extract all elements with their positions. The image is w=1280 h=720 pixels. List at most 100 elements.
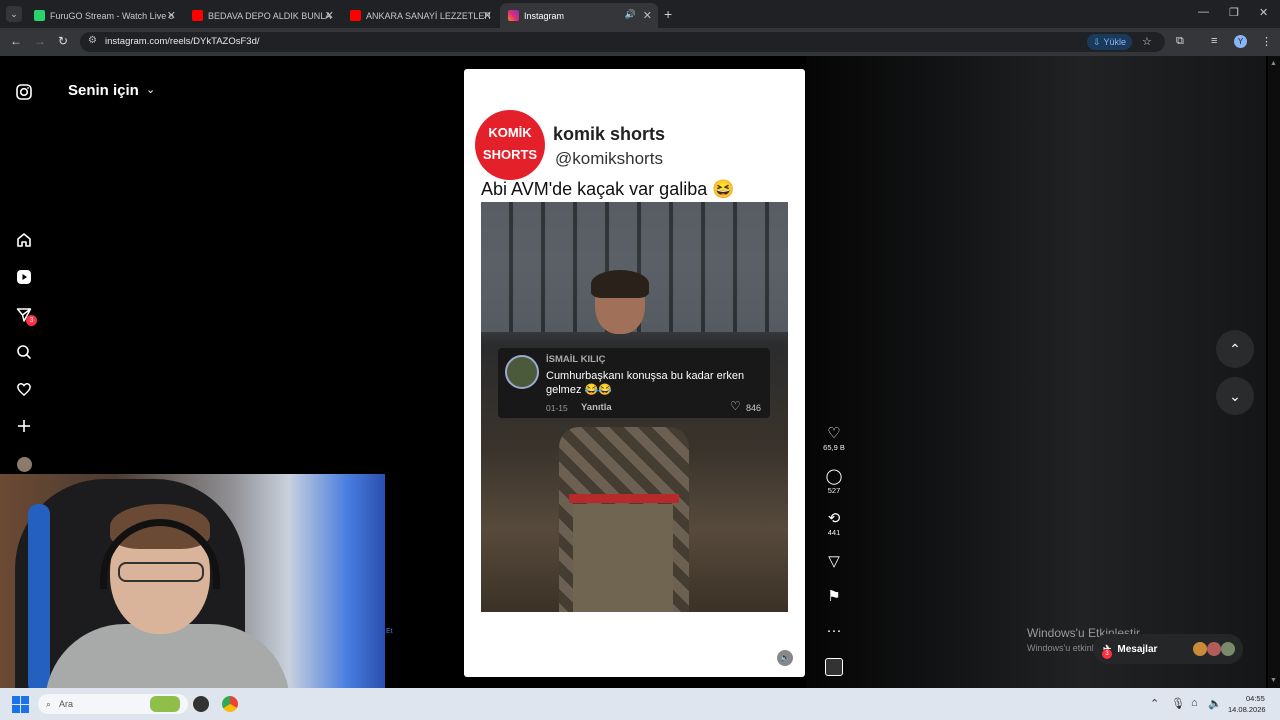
like-button[interactable]: ♡ 65,9 B	[819, 424, 849, 452]
url-text[interactable]: instagram.com/reels/DYkTAZOsF3d/	[105, 36, 260, 47]
tab-youtube-1[interactable]: BEDAVA DEPO ALDIK BUNLAR ✕	[184, 3, 340, 28]
search-highlight-icon[interactable]	[150, 696, 180, 712]
clock-time[interactable]: 04:55	[1246, 694, 1265, 703]
audio-track-thumbnail[interactable]	[825, 658, 843, 676]
profile-avatar[interactable]: Y	[1234, 35, 1247, 48]
taskbar-search-placeholder: Ara	[59, 699, 74, 709]
bookmark-icon: ⚑	[827, 588, 841, 605]
tab-label: BEDAVA DEPO ALDIK BUNLAR	[208, 10, 332, 21]
comment-bubble-icon: ◯	[825, 468, 843, 485]
audio-playing-icon[interactable]: 🔊	[625, 9, 636, 20]
show-hidden-icons-icon[interactable]: ⌃	[1150, 697, 1159, 710]
install-app-button[interactable]: ⇩ Yükle	[1087, 34, 1132, 50]
heart-icon: ♡	[827, 425, 841, 442]
back-icon[interactable]: ←	[10, 34, 22, 48]
youtube-favicon-icon	[192, 10, 203, 21]
profile-avatar-icon[interactable]	[14, 454, 34, 474]
install-label: Yükle	[1103, 37, 1127, 47]
chrome-icon[interactable]	[222, 696, 238, 712]
more-options-button[interactable]: ···	[819, 622, 849, 639]
share-button[interactable]: ▽	[819, 552, 849, 570]
extensions-icon[interactable]: ⧉	[1176, 35, 1184, 48]
scroll-down-arrow-icon[interactable]: ▼	[1270, 677, 1277, 684]
next-reel-button[interactable]: ⌄	[1216, 377, 1254, 415]
save-button[interactable]: ⚑	[819, 587, 849, 605]
comment-count: 527	[827, 486, 841, 495]
mute-toggle-icon[interactable]: 🔈	[777, 650, 793, 666]
youtube-favicon-icon	[350, 10, 361, 21]
commenter-name: İSMAİL KILIÇ	[546, 354, 606, 365]
address-bar[interactable]: ⚙ instagram.com/reels/DYkTAZOsF3d/	[80, 32, 1165, 52]
home-icon[interactable]	[14, 230, 34, 250]
tab-instagram[interactable]: Instagram 🔊 ✕	[500, 3, 658, 28]
tab-furugo[interactable]: FuruGO Stream - Watch Live on ✕	[26, 3, 182, 28]
tab-youtube-2[interactable]: ANKARA SANAYİ LEZZETLERİNİ ✕	[342, 3, 498, 28]
create-plus-icon[interactable]	[14, 416, 34, 436]
new-tab-button[interactable]: +	[664, 6, 672, 22]
page-background	[806, 56, 1266, 688]
menu-kebab-icon[interactable]: ⋮	[1261, 35, 1272, 48]
feed-selector-title[interactable]: Senin için	[68, 82, 139, 99]
comment-heart-icon: ♡	[730, 399, 741, 413]
repost-button[interactable]: ⟲ 441	[819, 509, 849, 537]
tab-label: ANKARA SANAYİ LEZZETLERİNİ	[366, 10, 490, 21]
site-info-icon[interactable]: ⚙	[88, 35, 97, 46]
media-controls-icon[interactable]: ≡	[1211, 35, 1217, 47]
microphone-icon[interactable]: 🎙	[1171, 697, 1185, 710]
clock-date[interactable]: 14.08.2026	[1228, 705, 1266, 714]
comment-date: 01-15	[546, 403, 568, 413]
reload-icon[interactable]: ↻	[58, 34, 68, 48]
scrollbar[interactable]: ▲ ▼	[1268, 56, 1280, 688]
install-icon: ⇩	[1092, 36, 1101, 47]
reels-icon[interactable]	[14, 267, 34, 287]
person-hair	[591, 270, 649, 298]
comment-like-count: 846	[746, 403, 762, 413]
webcam-overlay	[0, 474, 385, 690]
streamer-glasses	[118, 562, 204, 582]
page-link-fragment[interactable]: Et	[386, 628, 393, 635]
repost-icon: ⟲	[827, 510, 841, 527]
close-tab-icon[interactable]: ✕	[483, 9, 492, 22]
network-icon[interactable]: ⌂	[1191, 697, 1198, 709]
scroll-up-arrow-icon[interactable]: ▲	[1270, 60, 1277, 67]
message-avatar	[1193, 642, 1207, 656]
messages-count-badge: 3	[26, 315, 37, 326]
app-icon[interactable]	[193, 696, 209, 712]
windows-start-icon[interactable]	[12, 696, 29, 713]
close-tab-icon[interactable]: ✕	[643, 9, 652, 22]
bookmark-star-icon[interactable]: ☆	[1142, 35, 1152, 48]
instagram-logo-icon[interactable]	[14, 82, 34, 102]
reel-account-name: komik shorts	[553, 124, 666, 144]
previous-reel-button[interactable]: ⌃	[1216, 330, 1254, 368]
search-icon: ⌕	[46, 698, 52, 709]
repost-count: 441	[827, 528, 841, 537]
comment-button[interactable]: ◯ 527	[819, 467, 849, 495]
commenter-avatar	[505, 355, 539, 389]
like-count: 65,9 B	[823, 443, 845, 452]
tab-bar: ⌄ FuruGO Stream - Watch Live on ✕ BEDAVA…	[0, 0, 1280, 28]
volume-icon[interactable]: 🔈	[1208, 697, 1222, 710]
notifications-heart-icon[interactable]	[14, 379, 34, 399]
close-window-icon[interactable]: ✕	[1259, 6, 1268, 19]
chevron-down-icon[interactable]: ⌄	[146, 83, 155, 96]
instagram-favicon-icon	[508, 10, 519, 21]
reel-caption: Abi AVM'de kaçak var galiba 😆	[481, 179, 735, 199]
tab-search-button[interactable]: ⌄	[6, 6, 22, 22]
minimize-icon[interactable]: —	[1198, 6, 1209, 18]
comment-overlay-card: İSMAİL KILIÇ Cumhurbaşkanı konuşsa bu ka…	[498, 348, 770, 418]
close-tab-icon[interactable]: ✕	[325, 9, 334, 22]
messages-label: Mesajlar	[1117, 643, 1158, 655]
restore-icon[interactable]: ❐	[1229, 6, 1239, 19]
search-icon[interactable]	[14, 342, 34, 362]
tab-label: FuruGO Stream - Watch Live on	[50, 10, 174, 21]
reel-video-player[interactable]: KOMİK SHORTS komik shorts @komikshorts A…	[464, 69, 805, 677]
comment-reply-label: Yanıtla	[581, 402, 612, 413]
messages-badge: 3	[1102, 649, 1112, 659]
more-dots-icon: ···	[826, 622, 842, 639]
close-tab-icon[interactable]: ✕	[167, 9, 176, 22]
messages-pill-button[interactable]: ✈ Mesajlar	[1093, 634, 1243, 664]
reel-account-handle: @komikshorts	[555, 149, 663, 168]
forward-icon[interactable]: →	[34, 34, 46, 48]
furugo-favicon-icon	[34, 10, 45, 21]
chair-stripe	[28, 504, 50, 690]
